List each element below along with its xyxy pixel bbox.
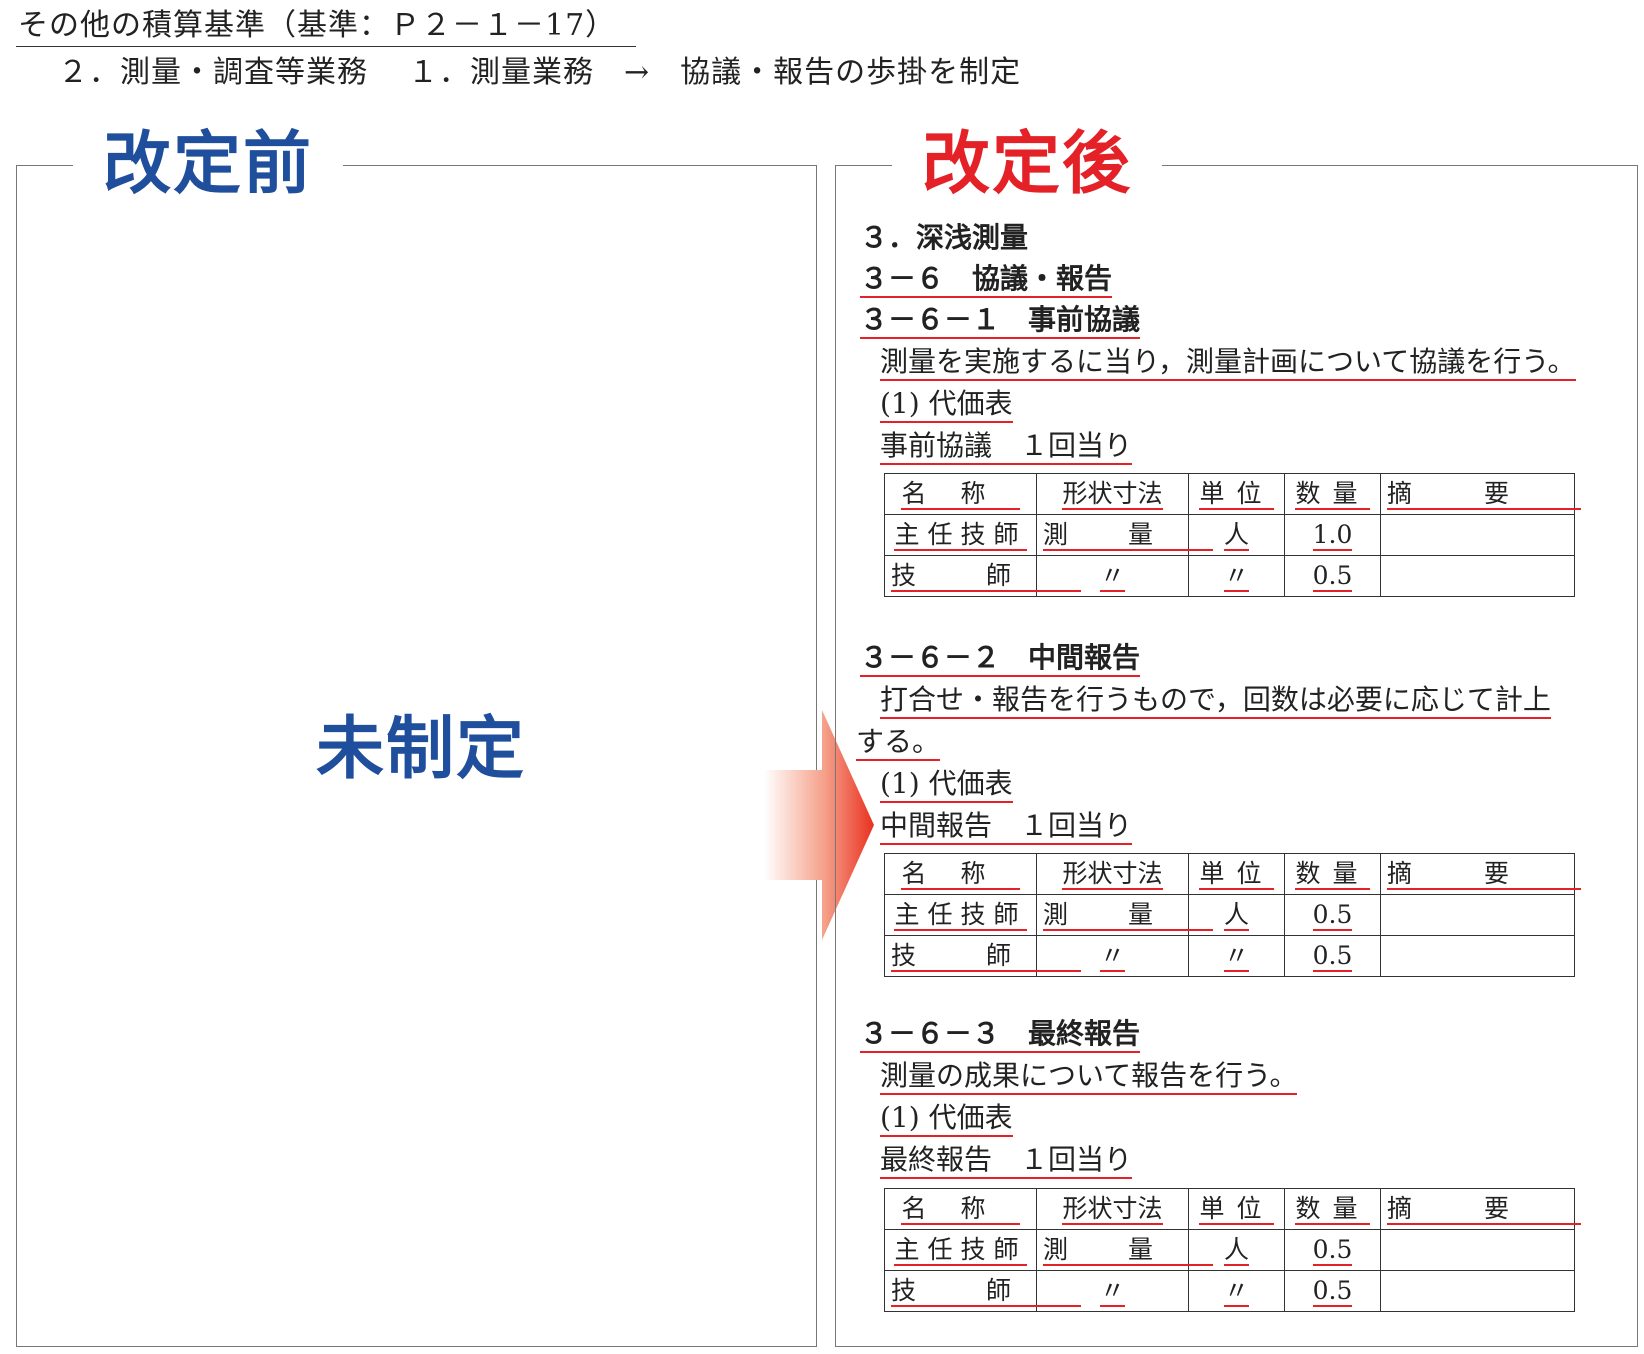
after-panel-title: 改定後 (892, 126, 1163, 204)
row-unit: 〃 (1188, 935, 1285, 977)
row-spec: 測量 (1036, 1229, 1214, 1271)
table-header-row: 名称 形状寸法 単位 数量 摘要 (884, 1188, 1582, 1230)
unit-label-3: 最終報告 １回当り (880, 1140, 1133, 1180)
header-note: 摘要 (1380, 853, 1582, 895)
header-note: 摘要 (1380, 1188, 1582, 1230)
header-qty: 数量 (1284, 853, 1381, 895)
table-header-row: 名称 形状寸法 単位 数量 摘要 (884, 853, 1582, 895)
header-unit: 単位 (1188, 473, 1285, 515)
document-title: その他の積算基準（基準：Ｐ２－１－17） (18, 8, 617, 43)
row-qty: 1.0 (1284, 514, 1381, 556)
row-unit: 〃 (1188, 555, 1285, 597)
row-qty: 0.5 (1284, 894, 1381, 936)
title-rule (16, 46, 636, 47)
row-note (1380, 1270, 1575, 1312)
row-name: 主任技師 (884, 514, 1037, 556)
section-heading: ３．深浅測量 (860, 221, 1029, 254)
breadcrumb-item-category: ２．測量・調査等業務 (58, 55, 368, 90)
row-note (1380, 894, 1575, 936)
item-description-3: 測量の成果について報告を行う。 (880, 1056, 1298, 1096)
table-row: 技師 〃 〃 0.5 (884, 1270, 1575, 1312)
row-spec: 測量 (1036, 514, 1214, 556)
row-name: 主任技師 (884, 1229, 1037, 1271)
table-row: 主任技師 測量 人 0.5 (884, 894, 1575, 936)
breadcrumb: ２．測量・調査等業務 １．測量業務 → 協議・報告の歩掛を制定 (58, 52, 1021, 94)
header-name: 名称 (884, 1188, 1037, 1230)
item-heading-1: ３－６－１ 事前協議 (860, 300, 1141, 340)
arrow-right-icon: → (624, 55, 651, 90)
header-unit: 単位 (1188, 853, 1285, 895)
row-qty: 0.5 (1284, 555, 1381, 597)
table-row: 技師 〃 〃 0.5 (884, 555, 1575, 597)
header-name: 名称 (884, 853, 1037, 895)
before-status: 未制定 (316, 710, 527, 789)
row-name: 技師 (884, 555, 1082, 597)
header-qty: 数量 (1284, 473, 1381, 515)
header-spec: 形状寸法 (1036, 1188, 1189, 1230)
price-table-1: 名称 形状寸法 単位 数量 摘要 主任技師 測量 人 1.0 技師 〃 〃 0.… (884, 473, 1582, 597)
header-qty: 数量 (1284, 1188, 1381, 1230)
row-spec: 測量 (1036, 894, 1214, 936)
item-description-2: 打合せ・報告を行うもので，回数は必要に応じて計上 (880, 680, 1551, 720)
price-table-label-1: (1) 代価表 (880, 384, 1013, 424)
price-table-label-3: (1) 代価表 (880, 1098, 1013, 1138)
row-unit: 〃 (1188, 1270, 1285, 1312)
row-name: 主任技師 (884, 894, 1037, 936)
header-spec: 形状寸法 (1036, 473, 1189, 515)
row-qty: 0.5 (1284, 935, 1381, 977)
unit-label-2: 中間報告 １回当り (880, 806, 1133, 846)
row-qty: 0.5 (1284, 1229, 1381, 1271)
item-description-1: 測量を実施するに当り，測量計画について協議を行う。 (880, 342, 1576, 382)
unit-label-1: 事前協議 １回当り (880, 426, 1133, 466)
breadcrumb-item-change: 協議・報告の歩掛を制定 (680, 55, 1022, 90)
before-panel-title: 改定前 (73, 126, 344, 204)
subsection-heading: ３－６ 協議・報告 (860, 259, 1113, 299)
row-note (1380, 555, 1575, 597)
price-table-label-2: (1) 代価表 (880, 764, 1013, 804)
row-note (1380, 514, 1575, 556)
header-note: 摘要 (1380, 473, 1582, 515)
header-spec: 形状寸法 (1036, 853, 1189, 895)
table-row: 主任技師 測量 人 0.5 (884, 1229, 1575, 1271)
price-table-2: 名称 形状寸法 単位 数量 摘要 主任技師 測量 人 0.5 技師 〃 〃 0.… (884, 853, 1582, 977)
item-heading-2: ３－６－２ 中間報告 (860, 638, 1141, 678)
header-unit: 単位 (1188, 1188, 1285, 1230)
row-qty: 0.5 (1284, 1270, 1381, 1312)
table-row: 技師 〃 〃 0.5 (884, 935, 1575, 977)
header-name: 名称 (884, 473, 1037, 515)
price-table-3: 名称 形状寸法 単位 数量 摘要 主任技師 測量 人 0.5 技師 〃 〃 0.… (884, 1188, 1582, 1312)
item-heading-3: ３－６－３ 最終報告 (860, 1014, 1141, 1054)
breadcrumb-item-survey: １．測量業務 (408, 55, 594, 90)
table-row: 主任技師 測量 人 1.0 (884, 514, 1575, 556)
row-name: 技師 (884, 1270, 1082, 1312)
row-note (1380, 1229, 1575, 1271)
table-header-row: 名称 形状寸法 単位 数量 摘要 (884, 473, 1582, 515)
row-name: 技師 (884, 935, 1082, 977)
item-description-2-cont: する。 (856, 722, 941, 762)
row-note (1380, 935, 1575, 977)
